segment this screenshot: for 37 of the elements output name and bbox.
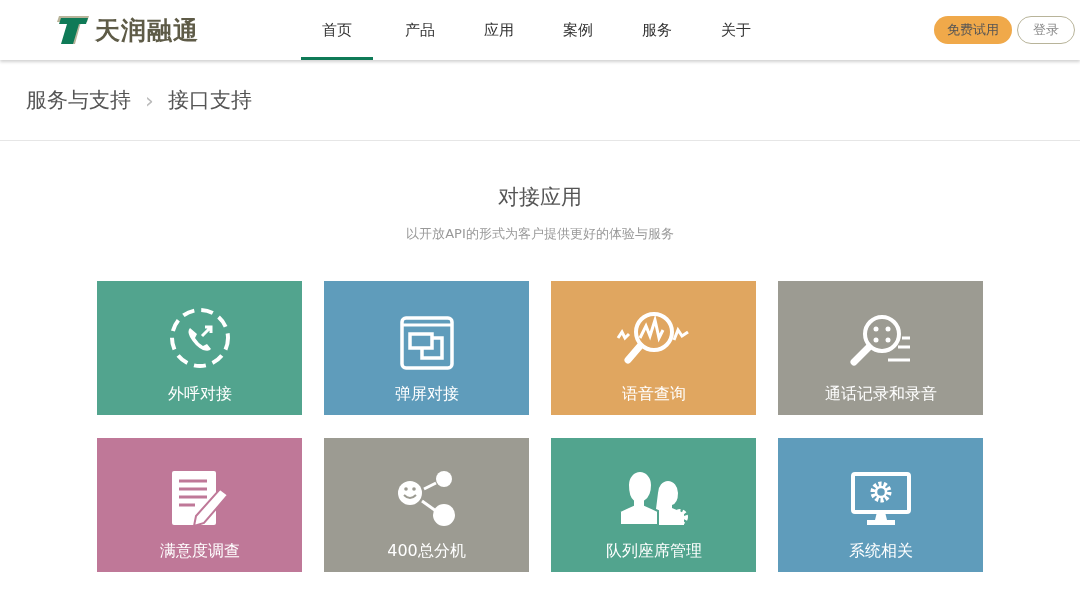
tile-label: 语音查询	[621, 384, 686, 405]
login-button[interactable]: 登录	[1017, 16, 1075, 44]
feature-tile[interactable]: 队列座席管理	[551, 438, 756, 572]
people-gear-icon	[617, 469, 690, 527]
tile-label: 弹屏对接	[394, 384, 459, 405]
tile-label: 通话记录和录音	[824, 384, 937, 405]
section-title: 对接应用	[498, 184, 582, 211]
breadcrumb-separator: ›	[145, 87, 154, 113]
tile-label: 400总分机	[387, 541, 466, 562]
smiley-share-icon	[395, 469, 458, 527]
tile-label: 满意度调查	[159, 541, 240, 562]
feature-tile[interactable]: 通话记录和录音	[778, 281, 983, 415]
nav-tab[interactable]: 关于	[696, 0, 775, 60]
feature-tile[interactable]: 语音查询	[551, 281, 756, 415]
document-pencil-icon	[169, 469, 230, 527]
tile-label: 队列座席管理	[605, 541, 702, 562]
breadcrumb-link[interactable]: 服务与支持	[26, 86, 131, 114]
monitor-gear-icon	[849, 471, 912, 527]
nav-tab[interactable]: 首页	[301, 0, 373, 60]
feature-tile[interactable]: 外呼对接	[97, 281, 302, 415]
feature-tile[interactable]: 400总分机	[324, 438, 529, 572]
free-trial-button[interactable]: 免费试用	[934, 16, 1012, 44]
breadcrumb-current: 接口支持	[167, 87, 252, 114]
tile-label: 系统相关	[848, 541, 913, 562]
nav-tab[interactable]: 产品	[380, 0, 459, 60]
tile-label: 外呼对接	[167, 384, 232, 405]
logo-text: 天润融通	[95, 14, 199, 47]
phone-icon	[167, 306, 232, 370]
logo-icon	[55, 14, 91, 46]
feature-tile[interactable]: 弹屏对接	[324, 281, 529, 415]
nav-tab[interactable]: 案例	[538, 0, 617, 60]
nav-tab[interactable]: 应用	[459, 0, 538, 60]
section-subtitle: 以开放API的形式为客户提供更好的体验与服务	[406, 225, 674, 243]
window-icon	[399, 316, 454, 370]
feature-tile[interactable]: 系统相关	[778, 438, 983, 572]
feature-tile[interactable]: 满意度调查	[97, 438, 302, 572]
nav-tab[interactable]: 服务	[617, 0, 696, 60]
